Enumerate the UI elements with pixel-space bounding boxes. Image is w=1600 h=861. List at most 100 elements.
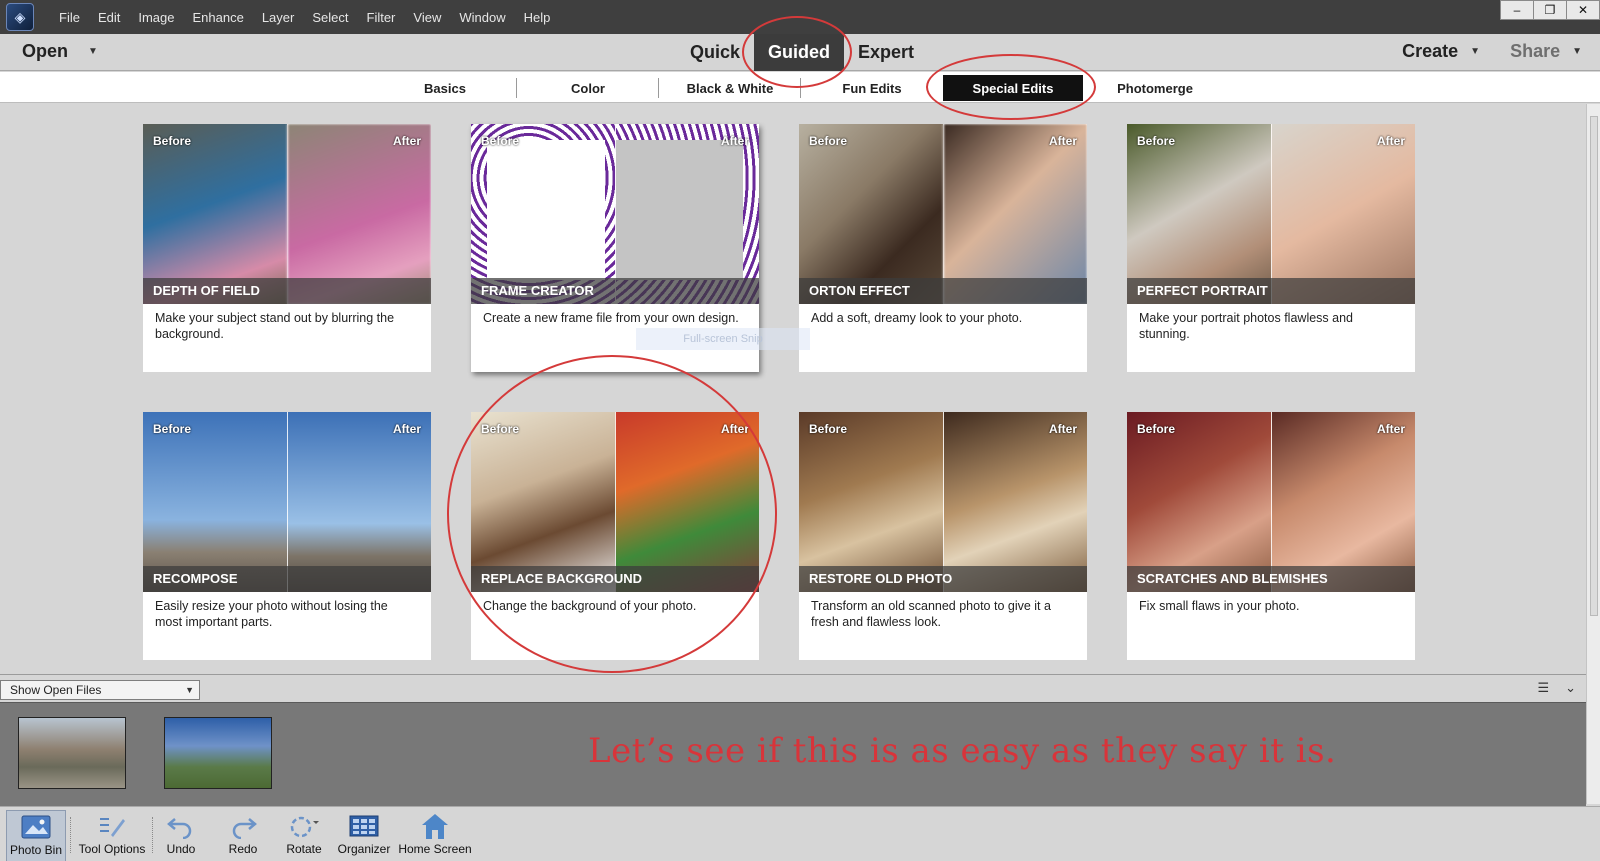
tab-divider bbox=[658, 78, 659, 98]
card-title: REPLACE BACKGROUND bbox=[471, 566, 759, 592]
card-title: RESTORE OLD PHOTO bbox=[799, 566, 1087, 592]
guided-category-tabs: Basics Color Black & White Fun Edits Spe… bbox=[0, 72, 1600, 103]
chevron-down-icon: ▼ bbox=[1572, 46, 1582, 57]
chevron-down-icon[interactable]: ⌄ bbox=[1565, 680, 1576, 696]
card-title: DEPTH OF FIELD bbox=[143, 278, 431, 304]
redo-button[interactable]: Redo bbox=[220, 810, 266, 861]
organizer-button[interactable]: Organizer bbox=[336, 810, 392, 861]
home-screen-button[interactable]: Home Screen bbox=[396, 810, 474, 861]
card-recompose[interactable]: Before After RECOMPOSE Easily resize you… bbox=[143, 412, 431, 660]
photo-bin-button[interactable]: Photo Bin bbox=[6, 810, 66, 861]
tool-label: Photo Bin bbox=[9, 843, 63, 857]
rotate-button[interactable]: Rotate bbox=[280, 810, 328, 861]
photo-bin-options: ☰ ⌄ bbox=[1537, 680, 1576, 696]
menu-bar: ◈ File Edit Image Enhance Layer Select F… bbox=[0, 0, 1600, 34]
before-label: Before bbox=[809, 134, 848, 148]
menu-select[interactable]: Select bbox=[303, 10, 357, 25]
close-button[interactable]: ✕ bbox=[1566, 0, 1600, 20]
after-label: After bbox=[1376, 422, 1405, 436]
card-title: SCRATCHES AND BLEMISHES bbox=[1127, 566, 1415, 592]
chevron-down-icon[interactable]: ▼ bbox=[88, 46, 98, 57]
tool-label: Rotate bbox=[286, 842, 322, 856]
before-after-thumbnail: Before After RECOMPOSE bbox=[143, 412, 431, 592]
card-orton-effect[interactable]: Before After ORTON EFFECT Add a soft, dr… bbox=[799, 124, 1087, 372]
minimize-button[interactable]: – bbox=[1500, 0, 1534, 20]
select-value: Show Open Files bbox=[10, 683, 102, 697]
after-label: After bbox=[1048, 134, 1077, 148]
frame-inner-before bbox=[487, 140, 605, 280]
create-button[interactable]: Create ▼ bbox=[1402, 41, 1480, 62]
card-title: FRAME CREATOR bbox=[471, 278, 759, 304]
tab-fun-edits[interactable]: Fun Edits bbox=[802, 75, 942, 101]
restore-button[interactable]: ❐ bbox=[1533, 0, 1567, 20]
tool-label: Undo bbox=[166, 842, 196, 856]
chevron-down-icon: ▼ bbox=[185, 685, 194, 695]
card-replace-background[interactable]: Before After REPLACE BACKGROUND Change t… bbox=[471, 412, 759, 660]
card-restore-old-photo[interactable]: Before After RESTORE OLD PHOTO Transform… bbox=[799, 412, 1087, 660]
card-description: Make your portrait photos flawless and s… bbox=[1139, 311, 1353, 341]
chevron-down-icon: ▼ bbox=[1470, 46, 1481, 57]
menu-view[interactable]: View bbox=[404, 10, 450, 25]
scrollbar-thumb[interactable] bbox=[1590, 116, 1598, 616]
tab-color[interactable]: Color bbox=[518, 75, 658, 101]
before-after-thumbnail: Before After FRAME CREATOR bbox=[471, 124, 759, 304]
tab-quick[interactable]: Quick bbox=[676, 34, 754, 71]
open-label: Open bbox=[22, 41, 69, 61]
tab-divider bbox=[800, 78, 801, 98]
card-title: PERFECT PORTRAIT bbox=[1127, 278, 1415, 304]
card-description: Transform an old scanned photo to give i… bbox=[811, 599, 1051, 629]
tab-black-white[interactable]: Black & White bbox=[660, 75, 800, 101]
tool-options-button[interactable]: Tool Options bbox=[74, 810, 150, 861]
photo-bin-icon bbox=[16, 811, 56, 843]
organizer-icon bbox=[344, 810, 384, 842]
mode-bar: Open ▼ Quick Guided Expert Create ▼ Shar… bbox=[0, 34, 1600, 71]
before-after-thumbnail: Before After REPLACE BACKGROUND bbox=[471, 412, 759, 592]
after-label: After bbox=[1048, 422, 1077, 436]
home-icon bbox=[415, 810, 455, 842]
tab-special-edits[interactable]: Special Edits bbox=[943, 75, 1083, 101]
share-button[interactable]: Share ▼ bbox=[1510, 41, 1582, 62]
menu-window[interactable]: Window bbox=[450, 10, 514, 25]
open-file-thumbnail[interactable] bbox=[164, 717, 272, 789]
tool-label: Home Screen bbox=[398, 842, 472, 856]
photo-bin-header: Show Open Files ▼ ☰ ⌄ bbox=[0, 674, 1586, 702]
after-label: After bbox=[720, 134, 749, 148]
open-button[interactable]: Open ▼ bbox=[22, 41, 98, 62]
show-open-files-select[interactable]: Show Open Files ▼ bbox=[0, 680, 200, 700]
menu-image[interactable]: Image bbox=[129, 10, 183, 25]
card-description: Change the background of your photo. bbox=[483, 599, 697, 613]
card-title: ORTON EFFECT bbox=[799, 278, 1087, 304]
card-title: RECOMPOSE bbox=[143, 566, 431, 592]
bin-menu-icon[interactable]: ☰ bbox=[1537, 680, 1549, 696]
menu-enhance[interactable]: Enhance bbox=[184, 10, 253, 25]
after-label: After bbox=[720, 422, 749, 436]
rotate-icon bbox=[284, 810, 324, 842]
menu-file[interactable]: File bbox=[50, 10, 89, 25]
undo-button[interactable]: Undo bbox=[158, 810, 204, 861]
menu-layer[interactable]: Layer bbox=[253, 10, 304, 25]
menu-filter[interactable]: Filter bbox=[358, 10, 405, 25]
card-description: Easily resize your photo without losing … bbox=[155, 599, 388, 629]
card-scratches-and-blemishes[interactable]: Before After SCRATCHES AND BLEMISHES Fix… bbox=[1127, 412, 1415, 660]
tab-basics[interactable]: Basics bbox=[375, 75, 515, 101]
vertical-scrollbar[interactable] bbox=[1586, 104, 1600, 804]
before-after-thumbnail: Before After DEPTH OF FIELD bbox=[143, 124, 431, 304]
before-after-thumbnail: Before After RESTORE OLD PHOTO bbox=[799, 412, 1087, 592]
card-description: Add a soft, dreamy look to your photo. bbox=[811, 311, 1023, 325]
card-description: Create a new frame file from your own de… bbox=[483, 311, 739, 325]
tab-photomerge[interactable]: Photomerge bbox=[1085, 75, 1225, 101]
tab-divider bbox=[516, 78, 517, 98]
open-file-thumbnail[interactable] bbox=[18, 717, 126, 789]
card-perfect-portrait[interactable]: Before After PERFECT PORTRAIT Make your … bbox=[1127, 124, 1415, 372]
menu-edit[interactable]: Edit bbox=[89, 10, 129, 25]
undo-icon bbox=[161, 810, 201, 842]
share-label: Share bbox=[1510, 41, 1561, 61]
card-depth-of-field[interactable]: Before After DEPTH OF FIELD Make your su… bbox=[143, 124, 431, 372]
redo-icon bbox=[223, 810, 263, 842]
tab-guided[interactable]: Guided bbox=[754, 34, 845, 71]
menu-help[interactable]: Help bbox=[515, 10, 560, 25]
tab-expert[interactable]: Expert bbox=[844, 34, 928, 71]
toolbar-divider bbox=[152, 817, 153, 853]
tool-label: Tool Options bbox=[78, 842, 146, 856]
tool-label: Redo bbox=[228, 842, 258, 856]
